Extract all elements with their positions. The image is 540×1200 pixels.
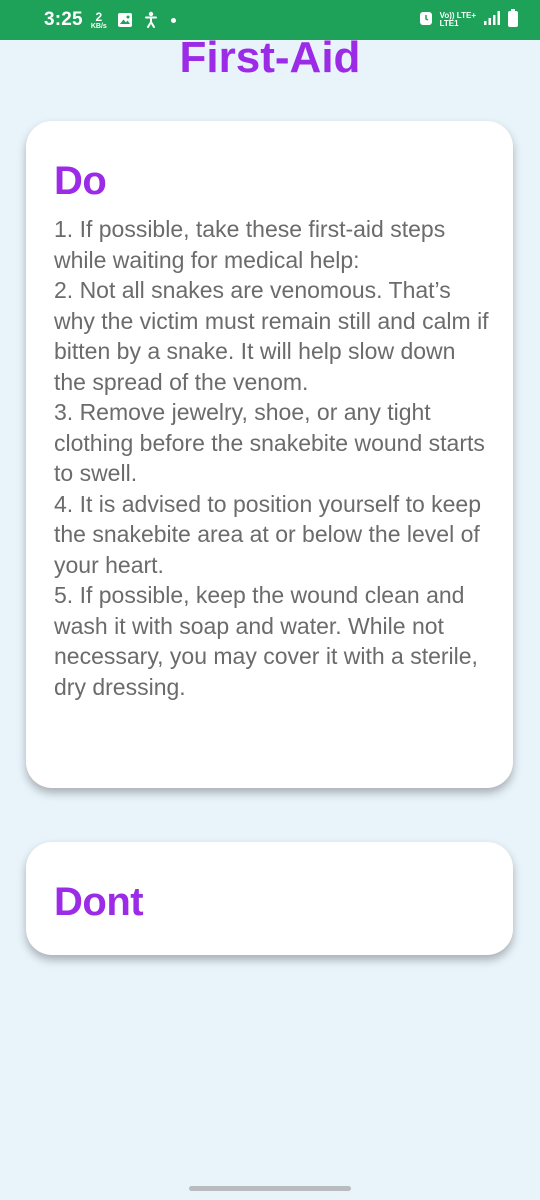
- do-card: Do 1. If possible, take these first-aid …: [26, 121, 513, 788]
- do-heading: Do: [54, 159, 107, 203]
- notification-dot-icon: [170, 17, 176, 23]
- network-speed-value: 2: [95, 9, 103, 24]
- accessibility-icon: [143, 11, 159, 29]
- gallery-icon: [117, 12, 133, 28]
- alarm-icon: [419, 10, 433, 31]
- dont-heading: Dont: [54, 880, 144, 924]
- battery-icon: [508, 8, 518, 32]
- dont-card[interactable]: Dont: [26, 842, 513, 955]
- page-title: First-Aid: [179, 33, 361, 82]
- network-speed-unit: KB/s: [90, 22, 107, 30]
- status-right-group: Vo)) LTE+ LTE1: [419, 8, 518, 32]
- do-instructions: 1. If possible, take these first-aid ste…: [54, 216, 489, 700]
- network-speed: 2 KB/s: [91, 11, 107, 30]
- gesture-nav-bar[interactable]: [189, 1186, 351, 1191]
- network-type: Vo)) LTE+ LTE1: [440, 12, 476, 28]
- signal-icon: [483, 10, 501, 30]
- network-type-bottom: LTE1: [439, 19, 459, 28]
- status-time: 3:25: [44, 9, 83, 30]
